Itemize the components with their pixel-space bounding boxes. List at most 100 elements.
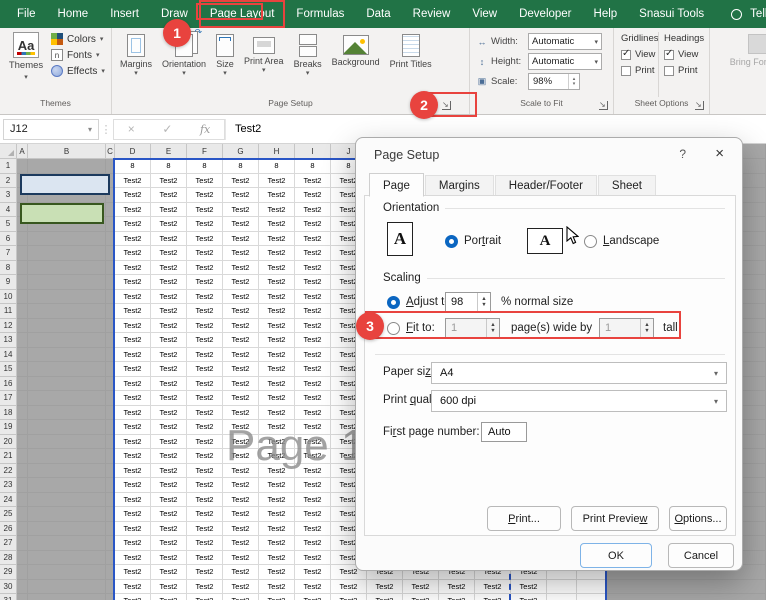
print-button[interactable]: Print... [487,506,561,531]
cell-I24[interactable]: Test2 [295,493,331,508]
cell-F3[interactable]: Test2 [187,188,223,203]
cell-F6[interactable]: Test2 [187,232,223,247]
cell-D31[interactable]: Test2 [115,594,151,600]
cell-F10[interactable]: Test2 [187,290,223,305]
cell-G14[interactable]: Test2 [223,348,259,363]
cell-G8[interactable]: Test2 [223,261,259,276]
cell-H27[interactable]: Test2 [259,536,295,551]
column-header-B[interactable]: B [28,144,106,159]
cell-I7[interactable]: Test2 [295,246,331,261]
cell-H8[interactable]: Test2 [259,261,295,276]
cell-Q31[interactable] [577,594,607,600]
cell-L30[interactable]: Test2 [403,580,439,595]
ribbon-tab-developer[interactable]: Developer [508,0,582,28]
checkbox-icon[interactable] [621,50,631,60]
cell-A9[interactable] [17,275,28,290]
row-header-9[interactable]: 9 [0,275,17,290]
cell-F22[interactable]: Test2 [187,464,223,479]
cell-G17[interactable]: Test2 [223,391,259,406]
cell-A7[interactable] [17,246,28,261]
cell-B19[interactable] [28,420,106,435]
cell-M31[interactable]: Test2 [439,594,475,600]
column-header-G[interactable]: G [223,144,259,159]
cell-D16[interactable]: Test2 [115,377,151,392]
cell-E13[interactable]: Test2 [151,333,187,348]
cell-A10[interactable] [17,290,28,305]
cell-G3[interactable]: Test2 [223,188,259,203]
paper-size-select[interactable]: A4▾ [431,362,727,384]
cell-I13[interactable]: Test2 [295,333,331,348]
cell-A22[interactable] [17,464,28,479]
column-header-H[interactable]: H [259,144,295,159]
cell-G5[interactable]: Test2 [223,217,259,232]
dialog-tab-page[interactable]: Page [369,173,424,197]
row-header-31[interactable]: 31 [0,594,17,600]
column-header-D[interactable]: D [115,144,151,159]
cell-E25[interactable]: Test2 [151,507,187,522]
row-header-12[interactable]: 12 [0,319,17,334]
cell-H5[interactable]: Test2 [259,217,295,232]
cell-F26[interactable]: Test2 [187,522,223,537]
cell-H9[interactable]: Test2 [259,275,295,290]
cell-G30[interactable]: Test2 [223,580,259,595]
cell-G29[interactable]: Test2 [223,565,259,580]
cell-B18[interactable] [28,406,106,421]
checkbox-icon[interactable] [664,50,674,60]
cell-F25[interactable]: Test2 [187,507,223,522]
cancel-entry-icon[interactable]: × [128,122,135,136]
cell-E8[interactable]: Test2 [151,261,187,276]
cell-D17[interactable]: Test2 [115,391,151,406]
cell-F8[interactable]: Test2 [187,261,223,276]
print-preview-button[interactable]: Print Preview [571,506,659,531]
ribbon-tab-review[interactable]: Review [402,0,462,28]
cell-F23[interactable]: Test2 [187,478,223,493]
cell-B27[interactable] [28,536,106,551]
cell-B26[interactable] [28,522,106,537]
cell-B17[interactable] [28,391,106,406]
cell-O31[interactable]: Test2 [511,594,547,600]
dialog-tab-sheet[interactable]: Sheet [598,175,656,196]
green-legend-shape[interactable] [20,203,104,224]
cell-G7[interactable]: Test2 [223,246,259,261]
cell-H23[interactable]: Test2 [259,478,295,493]
cell-B31[interactable] [28,594,106,600]
cell-F30[interactable]: Test2 [187,580,223,595]
cell-I16[interactable]: Test2 [295,377,331,392]
cell-F29[interactable]: Test2 [187,565,223,580]
cell-B21[interactable] [28,449,106,464]
cell-G4[interactable]: Test2 [223,203,259,218]
cell-G31[interactable]: Test2 [223,594,259,600]
row-header-23[interactable]: 23 [0,478,17,493]
cell-A6[interactable] [17,232,28,247]
cell-A30[interactable] [17,580,28,595]
cell-A16[interactable] [17,377,28,392]
cell-I31[interactable]: Test2 [295,594,331,600]
cell-H10[interactable]: Test2 [259,290,295,305]
cell-G12[interactable]: Test2 [223,319,259,334]
cell-A11[interactable] [17,304,28,319]
cell-B28[interactable] [28,551,106,566]
cell-D30[interactable]: Test2 [115,580,151,595]
row-header-28[interactable]: 28 [0,551,17,566]
breaks-button[interactable]: Breaks ▾ [292,32,324,97]
ribbon-tab-data[interactable]: Data [355,0,401,28]
cell-H17[interactable]: Test2 [259,391,295,406]
portrait-radio[interactable] [445,235,458,248]
row-header-3[interactable]: 3 [0,188,17,203]
help-icon[interactable]: ? [679,147,686,161]
cell-A21[interactable] [17,449,28,464]
background-button[interactable]: Background [330,32,382,97]
cell-H2[interactable]: Test2 [259,174,295,189]
cell-E30[interactable]: Test2 [151,580,187,595]
fonts-button[interactable]: nFonts▾ [51,49,105,61]
scale-spinner[interactable]: 98%▴▾ [528,73,580,90]
height-dropdown[interactable]: Automatic▾ [528,53,602,70]
cell-F1[interactable]: 8 [187,159,223,174]
cell-B12[interactable] [28,319,106,334]
cell-G26[interactable]: Test2 [223,522,259,537]
cell-H4[interactable]: Test2 [259,203,295,218]
cell-H30[interactable]: Test2 [259,580,295,595]
cell-I27[interactable]: Test2 [295,536,331,551]
cell-B22[interactable] [28,464,106,479]
cell-H6[interactable]: Test2 [259,232,295,247]
